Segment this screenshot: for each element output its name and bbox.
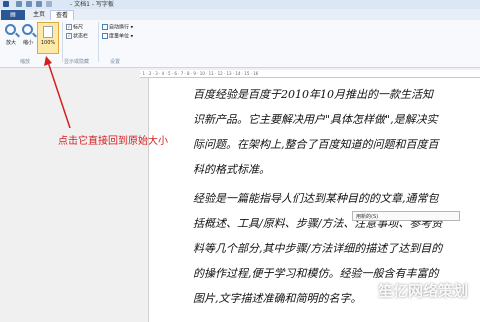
annotation-arrow — [44, 56, 71, 129]
annotation-text: 点击它直接回到原始大小 — [58, 136, 168, 147]
context-tooltip: 用新的(S) — [352, 211, 460, 221]
watermark-logo: 笙亿网络策划 — [378, 282, 469, 300]
